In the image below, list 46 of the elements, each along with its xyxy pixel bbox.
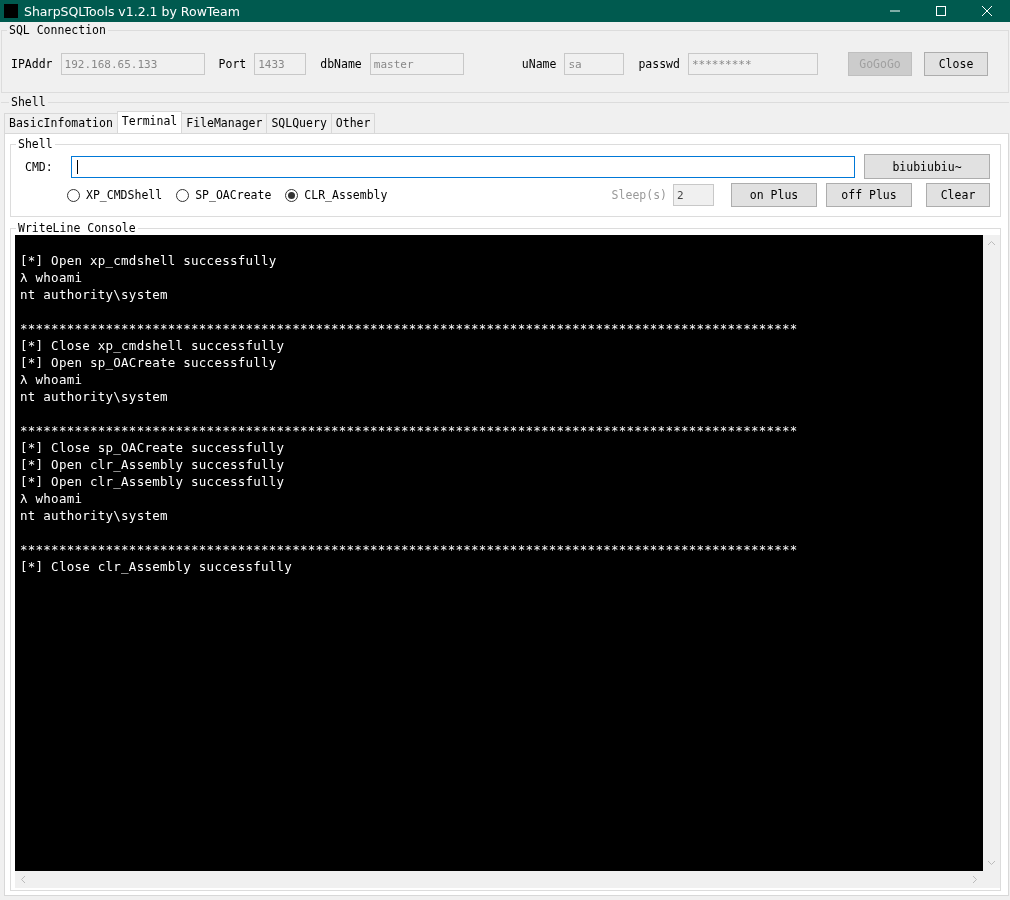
console-line: [*] Close clr_Assembly successfully (20, 558, 293, 575)
tab[interactable]: SQLQuery (266, 113, 332, 133)
console-line: [*] Open xp_cmdshell successfully (20, 252, 277, 269)
group-title: Shell (17, 137, 54, 151)
vertical-scrollbar[interactable] (983, 235, 1000, 888)
console-line: nt authority\system (20, 286, 168, 303)
radio-option[interactable]: CLR_Assembly (285, 188, 388, 202)
window-title: SharpSQLTools v1.2.1 by RowTeam (24, 3, 241, 19)
console-line: λ whoami (20, 490, 83, 507)
group-title: SQL Connection (8, 23, 107, 37)
console-line: nt authority\system (20, 507, 168, 524)
horizontal-scrollbar[interactable] (15, 871, 983, 888)
console-line: **************************************************************************************************** (20, 422, 798, 439)
action-button[interactable]: on Plus (731, 183, 817, 207)
sleep-field[interactable]: 2 (673, 184, 714, 206)
app-icon (4, 4, 18, 18)
tab[interactable]: Terminal (116, 111, 183, 133)
group-title: WriteLine Console (17, 221, 137, 235)
action-button[interactable]: off Plus (826, 183, 912, 207)
console-line: **************************************************************************************************** (20, 541, 798, 558)
field-label: Port (218, 57, 247, 71)
tab[interactable]: Other (330, 113, 376, 133)
run-button[interactable]: biubiubiu~ (864, 154, 990, 179)
action-button[interactable]: Clear (926, 183, 990, 207)
console-line: [*] Close xp_cmdshell successfully (20, 337, 285, 354)
radio-option[interactable]: XP_CMDShell (67, 188, 163, 202)
field-label: IPAddr (11, 57, 53, 71)
console-line: λ whoami (20, 269, 83, 286)
tab[interactable]: FileManager (181, 113, 268, 133)
field-label: passwd (638, 57, 680, 71)
console-line: **************************************************************************************************** (20, 320, 798, 337)
group-title: Shell (10, 95, 47, 109)
radio-option[interactable]: SP_OACreate (176, 188, 272, 202)
sleep-label: Sleep(s) (611, 188, 667, 202)
console-line: nt authority\system (20, 388, 168, 405)
field-label: uName (521, 57, 557, 71)
connect-button[interactable]: Close (924, 52, 988, 76)
console-line: λ whoami (20, 371, 83, 388)
console-line: [*] Open clr_Assembly successfully (20, 473, 285, 490)
cmd-label: CMD: (25, 159, 54, 174)
console-line: [*] Close sp_OACreate successfully (20, 439, 285, 456)
field-label: dbName (320, 57, 362, 71)
console-line: [*] Open clr_Assembly successfully (20, 456, 285, 473)
command-field[interactable] (71, 155, 855, 178)
console-line: [*] Open sp_OACreate successfully (20, 354, 277, 371)
tab[interactable]: BasicInfomation (4, 113, 118, 133)
